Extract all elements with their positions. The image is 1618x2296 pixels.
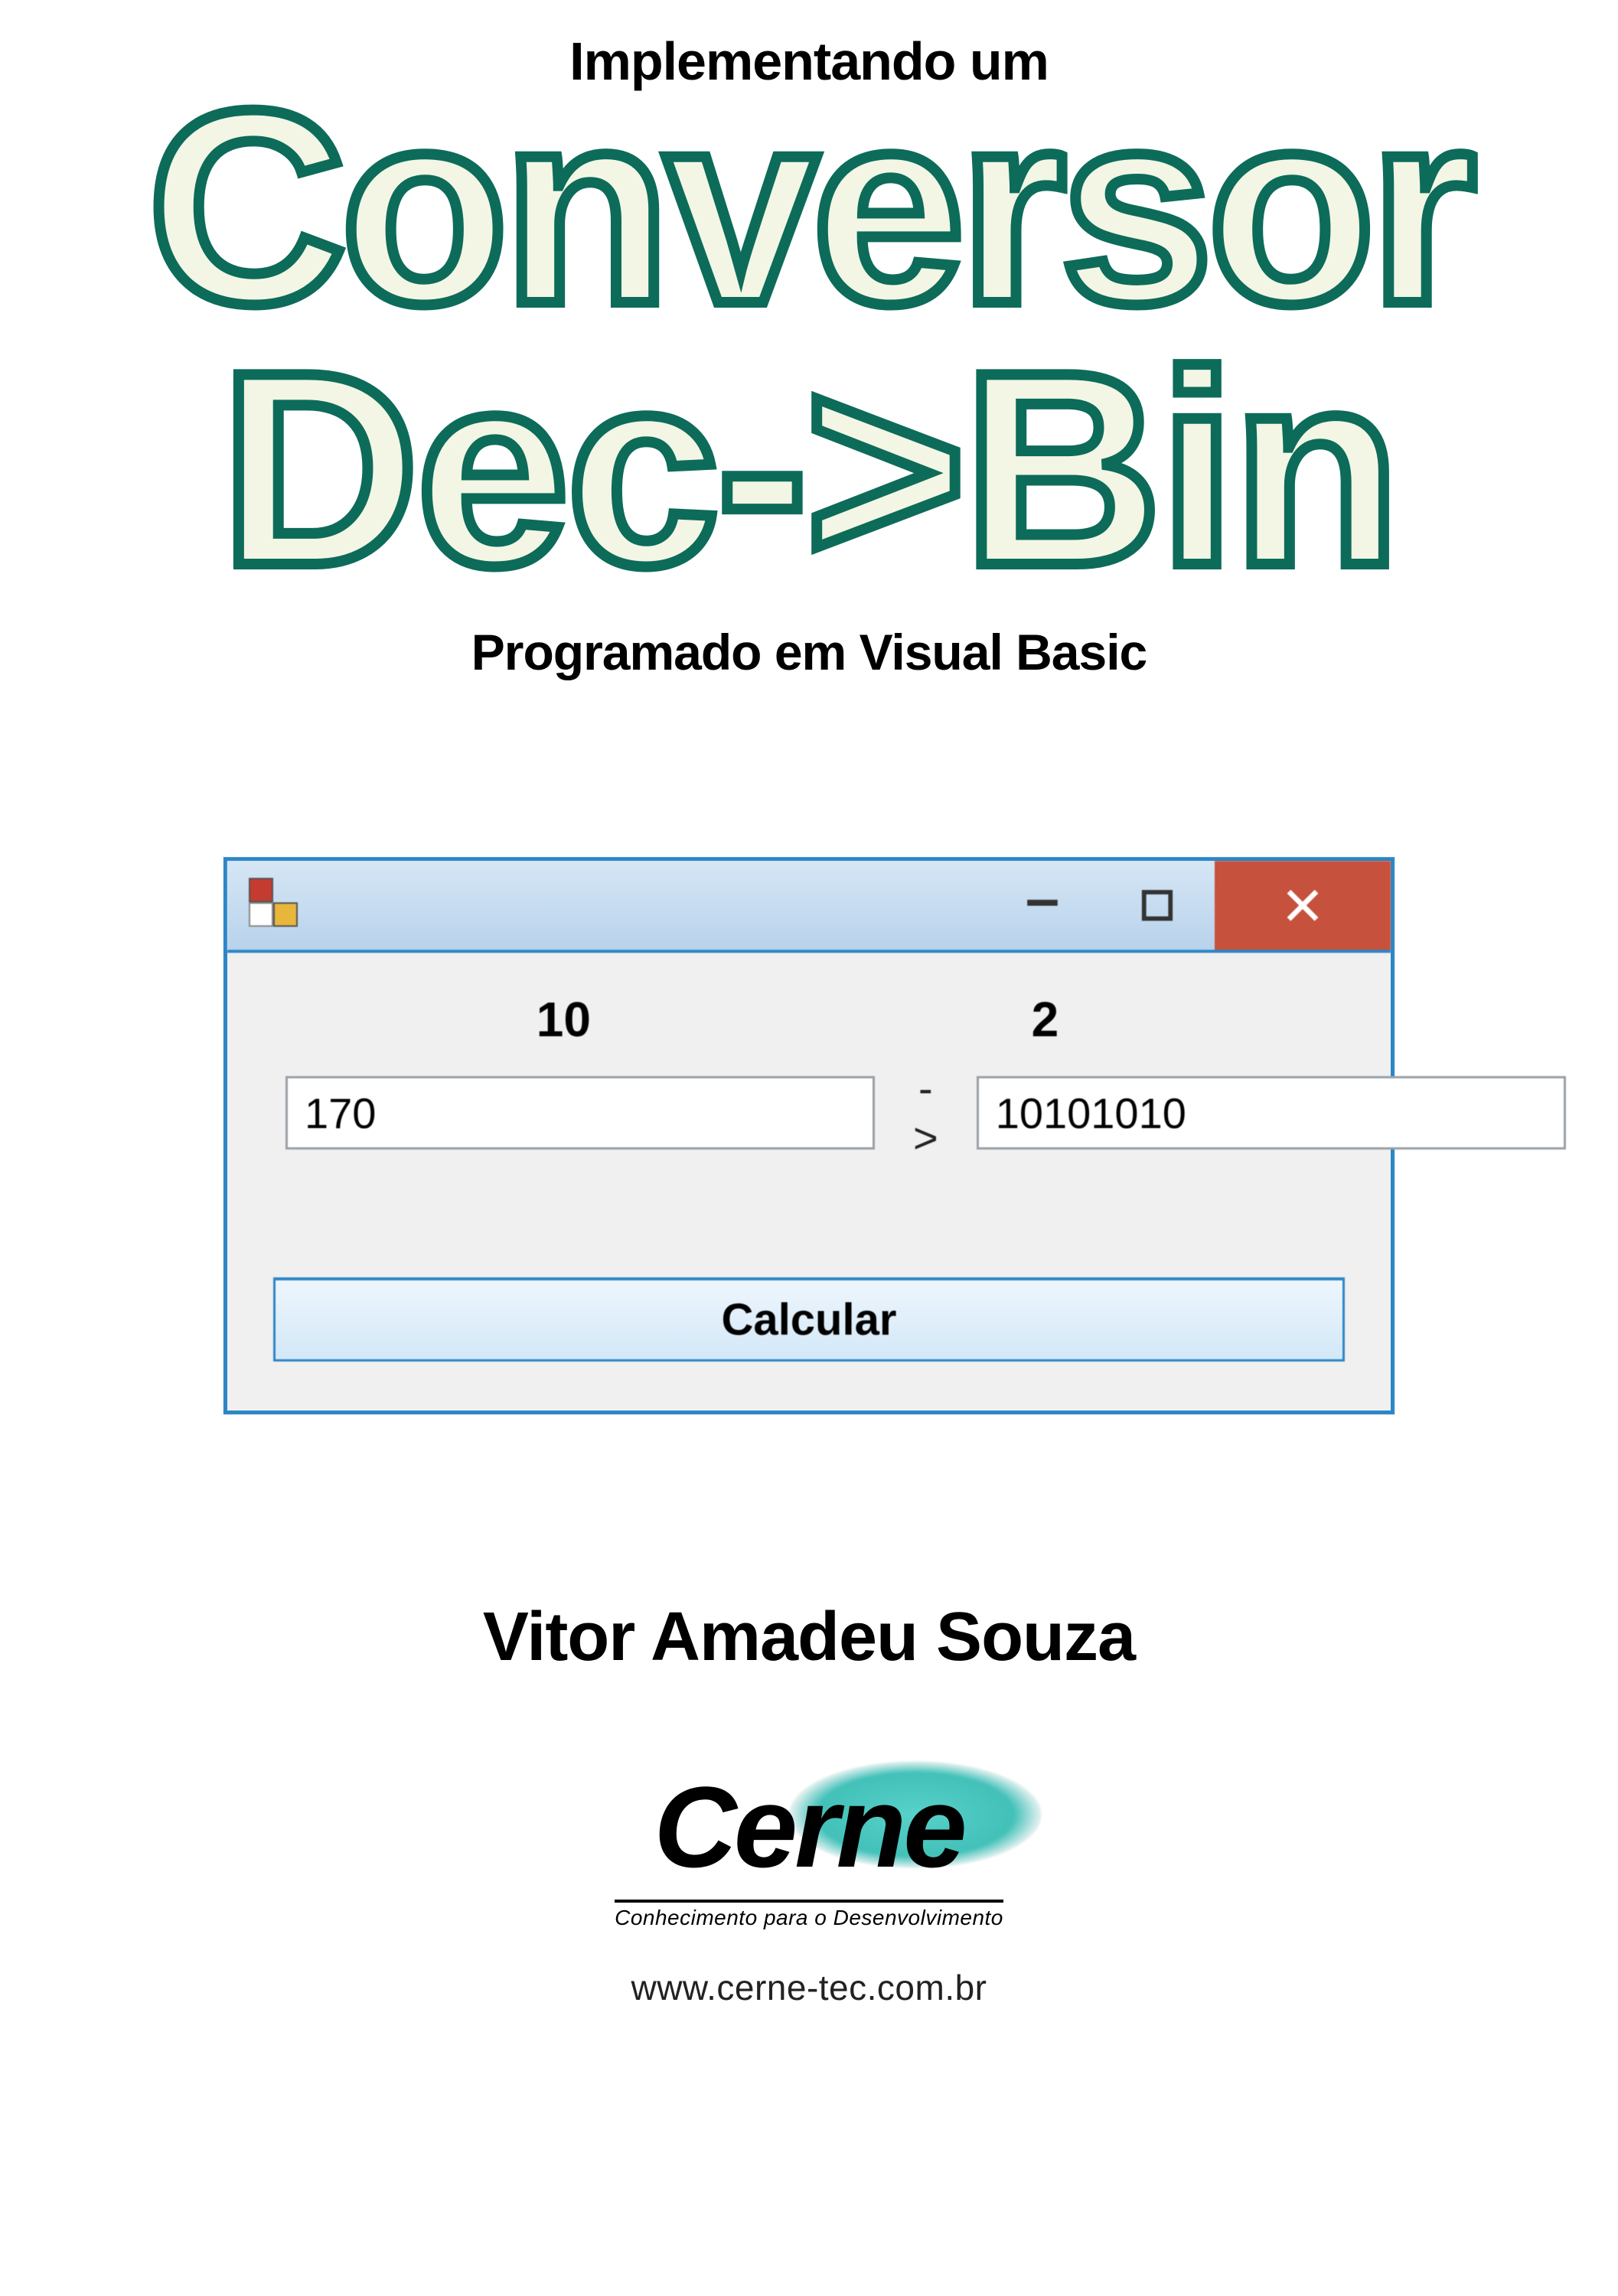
base-labels-row: 10 2 bbox=[270, 991, 1348, 1063]
logo-url: www.cerne-tec.com.br bbox=[0, 1967, 1618, 2008]
decimal-input[interactable] bbox=[285, 1076, 875, 1150]
cover-title-block: Implementando um Conversor Dec->Bin Prog… bbox=[0, 0, 1618, 681]
close-button[interactable] bbox=[1215, 861, 1391, 950]
author-name: Vitor Amadeu Souza bbox=[0, 1598, 1618, 1677]
calculate-button[interactable]: Calcular bbox=[273, 1277, 1345, 1362]
title-line2: Dec->Bin bbox=[0, 338, 1618, 600]
logo-divider bbox=[615, 1900, 1003, 1903]
window-titlebar: – bbox=[227, 861, 1391, 953]
window-body: 10 2 -> Calcular bbox=[227, 953, 1391, 1411]
arrow-separator: -> bbox=[913, 1063, 938, 1163]
binary-output[interactable] bbox=[977, 1076, 1566, 1150]
close-icon bbox=[1282, 885, 1323, 926]
title-post: Programado em Visual Basic bbox=[0, 623, 1618, 681]
window-controls: – bbox=[985, 861, 1391, 950]
label-binary-base: 2 bbox=[1032, 991, 1059, 1048]
label-decimal-base: 10 bbox=[537, 991, 591, 1048]
maximize-button[interactable] bbox=[1100, 861, 1215, 950]
app-icon bbox=[249, 878, 304, 933]
title-line1: Conversor bbox=[0, 77, 1618, 338]
minimize-button[interactable]: – bbox=[985, 861, 1100, 950]
logo-text: Cerne bbox=[615, 1761, 1003, 1893]
app-window: – 10 2 -> Calcular bbox=[223, 857, 1395, 1414]
cerne-logo: Cerne Conhecimento para o Desenvolviment… bbox=[584, 1753, 1034, 1936]
publisher-logo-block: Cerne Conhecimento para o Desenvolviment… bbox=[0, 1753, 1618, 2008]
maximize-icon bbox=[1140, 888, 1175, 923]
inputs-row: -> bbox=[270, 1063, 1348, 1163]
logo-tagline: Conhecimento para o Desenvolvimento bbox=[615, 1906, 1003, 1930]
